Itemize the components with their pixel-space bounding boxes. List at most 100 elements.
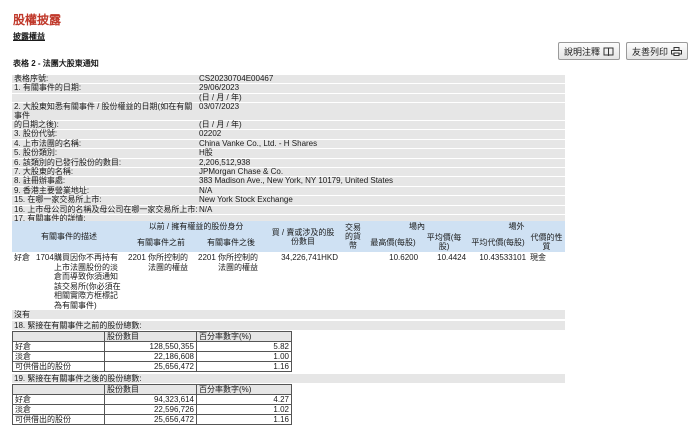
header-currency: 交易的貨幣 [340,221,367,252]
page-title: 股權披露 [13,13,62,27]
table-header-row: 股份數目 百分率數字(%) [12,384,292,395]
remarks: 沒有 [12,310,565,319]
row-pct: 4.27 [196,394,292,405]
info-value: N/A [199,204,213,214]
info-row: 4. 上市法團的名稱: China Vanke Co., Ltd. - H Sha… [12,138,565,150]
header-avg-consideration: 平均代價(每股) [468,232,529,252]
shares-value: 34,226,741 [281,253,322,262]
info-value: CS20230704E00467 [199,74,274,83]
event-code-cell: 1704 [34,252,54,312]
info-label: 1. 有關事件的日期: [14,83,82,93]
section19-table: 股份數目 百分率數字(%) 好倉 94,323,614 4.27 淡倉 22,5… [12,384,292,425]
row-label: 淡倉 [12,351,105,362]
info-row: 8. 註冊辦事處: 383 Madison Ave., New York, NY … [12,176,565,187]
info-row: 16. 上市母公司的名稱及母公司在哪一家交易所上市: N/A [12,204,565,216]
info-row: 6. 該類別的已發行股份的數目: 2,206,512,938 [12,157,565,169]
header-high-price: 最高價(每股) [366,232,421,252]
header-capacity: 以前 / 擁有權益的股份身分 [126,221,267,232]
info-label: 5. 股份類別: [14,148,58,158]
row-label: 可供借出的股份 [12,361,105,372]
print-button[interactable]: 友善列印 [625,42,688,60]
info-label: 15. 在哪一家交易所上市: [14,195,102,205]
header-shares: 買 / 賣或涉及的股份數目 [266,221,341,252]
info-value: (日 / 月 / 年) [199,120,242,130]
row-label: 可供借出的股份 [12,414,105,425]
currency-value: HKD [321,253,339,262]
info-value: JPMorgan Chase & Co. [199,167,284,177]
avg-consideration-cell: 10.43533101 [468,252,529,312]
row-pct: 1.02 [196,404,292,415]
header-off-exchange: 場外 [468,221,566,232]
header-event-description: 有關事件的描述 [12,221,126,252]
row-pct: 5.82 [196,341,292,352]
info-value: (日 / 月 / 年) [199,92,242,102]
header-consideration-nature: 代價的性質 [528,232,566,252]
row-shares: 25,656,472 [104,361,197,372]
form-title: 表格 2 - 法團大股東通知 [13,59,99,68]
info-value: 2,206,512,938 [199,157,251,167]
row-shares: 22,596,726 [104,404,197,415]
table-row: 淡倉 22,596,726 1.02 [12,404,292,415]
capacity-before-cell: 你所控制的法團的權益 [146,252,196,312]
info-label: 4. 上市法團的名稱: [14,138,82,148]
capacity-before-code: 2201 [126,252,146,312]
header-blank [12,331,105,342]
header-after: 有關事件之後 [196,232,267,252]
header-percentage: 百分率數字(%) [196,384,292,395]
help-notes-label: 說明注釋 [563,46,600,57]
high-price-cell: 10.6200 [366,252,421,312]
table-row: 好倉 1704 購買因你不再持有上市法團股份的淡倉而導致你須通知該交易所(你必須… [12,252,566,312]
info-value: H股 [199,148,213,158]
row-label: 淡倉 [12,404,105,415]
info-label: 2. 大股東知悉有關事件 / 股份權益的日期(如在有關事件 [14,102,193,120]
header-share-count: 股份數目 [104,384,197,395]
info-label: 6. 該類別的已發行股份的數目: [14,157,122,167]
consideration-nature-cell: 現金 [528,252,566,312]
section19-title: 19. 緊接在有關事件之後的股份總數: [12,374,565,383]
info-row: 的日期之後): (日 / 月 / 年) [12,120,565,131]
position-cell: 好倉 [12,252,34,312]
section18-table: 股份數目 百分率數字(%) 好倉 128,550,355 5.82 淡倉 22,… [12,331,292,372]
header-share-count: 股份數目 [104,331,197,342]
help-notes-button[interactable]: 說明注釋 [557,42,620,60]
avg-price-cell: 10.4424 [420,252,469,312]
event-details-table: 有關事件的描述 以前 / 擁有權益的股份身分 買 / 賣或涉及的股份數目 交易的… [12,221,566,312]
table-row: 可供借出的股份 25,656,472 1.16 [12,361,292,372]
section18-title: 18. 緊接在有關事件之前的股份總數: [12,321,565,330]
info-row: 1. 有關事件的日期: 29/06/2023 [12,83,565,94]
info-label: 16. 上市母公司的名稱及母公司在哪一家交易所上市: [14,204,198,214]
info-value: 29/06/2023 [199,83,240,93]
header-avg-price: 平均價(每股) [420,232,469,252]
info-table: 表格序號: CS20230704E00467 1. 有關事件的日期: 29/06/2… [12,74,565,225]
currency-cell [340,252,367,312]
row-pct: 1.16 [196,414,292,425]
table-header-row: 股份數目 百分率數字(%) [12,331,292,342]
row-label: 好倉 [12,394,105,405]
header-on-exchange: 場內 [366,221,469,232]
info-value: 03/07/2023 [199,102,240,112]
capacity-after-code: 2201 [196,252,216,312]
section-title: 披露權益 [13,32,45,41]
row-shares: 128,550,355 [104,341,197,352]
info-value: 02202 [199,129,222,139]
table-row: 可供借出的股份 25,656,472 1.16 [12,414,292,425]
capacity-after-cell: 你所控制的法團的權益 [216,252,267,312]
info-value: China Vanke Co., Ltd. - H Shares [199,138,318,148]
header-blank [12,384,105,395]
book-icon [603,47,614,56]
info-row: 2. 大股東知悉有關事件 / 股份權益的日期(如在有關事件 03/07/2023 [12,102,565,122]
header-before: 有關事件之前 [126,232,196,252]
info-value: New York Stock Exchange [199,195,293,205]
event-description-cell: 購買因你不再持有上市法團股份的淡倉而導致你須通知該交易所(你必須在相關實際方框標… [52,252,126,312]
row-pct: 1.00 [196,351,292,362]
info-row: 表格序號: CS20230704E00467 [12,74,565,85]
toolbar: 說明注釋 友善列印 [557,42,688,60]
row-label: 好倉 [12,341,105,352]
row-shares: 94,323,614 [104,394,197,405]
shares-cell: 34,226,741HKD [266,252,341,312]
header-percentage: 百分率數字(%) [196,331,292,342]
info-label [12,94,199,102]
info-label: 8. 註冊辦事處: [14,176,66,186]
table-row: 淡倉 22,186,608 1.00 [12,351,292,362]
table-row: 好倉 94,323,614 4.27 [12,394,292,405]
